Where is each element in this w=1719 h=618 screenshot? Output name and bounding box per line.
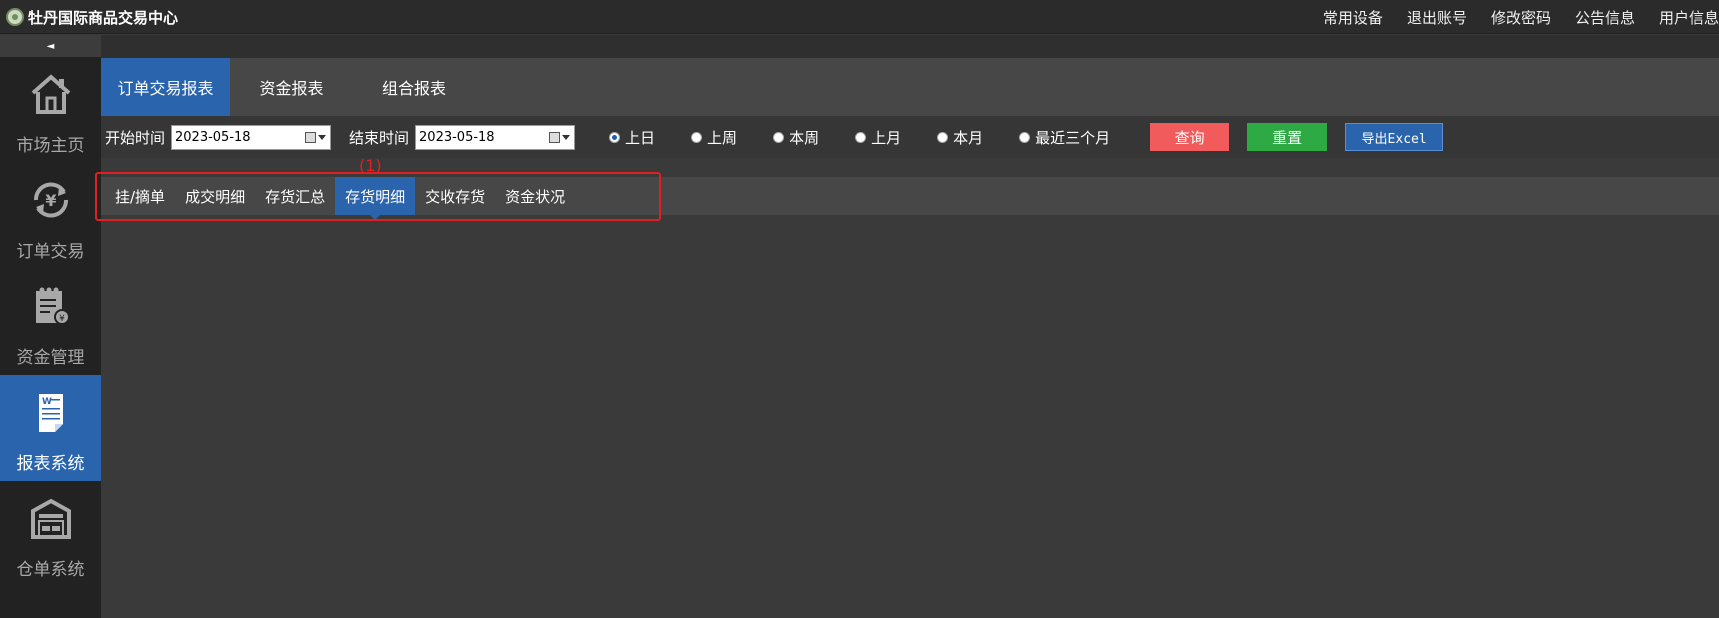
radio-label: 上月 — [871, 128, 902, 147]
sidebar-item-order-trading[interactable]: ¥ 订单交易 — [0, 163, 101, 269]
sidebar-item-label: 资金管理 — [16, 348, 85, 368]
sub-tab-inventory-details[interactable]: 存货明细 — [335, 177, 416, 220]
logo-emblem-icon — [6, 8, 24, 26]
query-button[interactable]: 查询 — [1150, 123, 1230, 151]
sidebar-item-label: 报表系统 — [16, 454, 85, 474]
radio-label: 本月 — [953, 128, 984, 147]
yuan-exchange-icon: ¥ — [27, 177, 75, 223]
report-tabs: 订单交易报表 资金报表 组合报表 — [101, 58, 1719, 116]
app-title: 牡丹国际商品交易中心 — [28, 8, 179, 27]
sidebar-item-funds-management[interactable]: ¥ 资金管理 — [0, 269, 101, 375]
end-date-input[interactable]: 2023-05-18 — [415, 124, 576, 150]
radio-checked-icon[interactable] — [609, 131, 621, 143]
radio-this-week[interactable]: 本周 — [773, 127, 819, 148]
sidebar-item-market-home[interactable]: 市场主页 — [0, 57, 101, 163]
sub-tab-transaction-details[interactable]: 成交明细 — [175, 177, 255, 215]
sidebar-item-label: 仓单系统 — [16, 560, 85, 580]
svg-text:¥: ¥ — [59, 314, 65, 324]
radio-icon[interactable] — [1019, 131, 1031, 143]
sub-tab-funds-status[interactable]: 资金状况 — [495, 177, 575, 215]
svg-text:¥: ¥ — [45, 191, 56, 210]
svg-text:W: W — [42, 397, 52, 407]
radio-last-month[interactable]: 上月 — [855, 127, 901, 148]
announcements-link[interactable]: 公告信息 — [1575, 7, 1635, 28]
sidebar-item-label: 市场主页 — [16, 136, 85, 156]
tab-combined-report[interactable]: 组合报表 — [353, 58, 475, 116]
change-password-link[interactable]: 修改密码 — [1491, 7, 1551, 28]
sidebar: ◄ 市场主页 ¥ 订单交易 ¥ 资金管理 W 报表系统 仓单系统 — [0, 35, 101, 618]
radio-label: 最近三个月 — [1035, 128, 1111, 147]
sub-tabs: 挂/摘单 成交明细 存货汇总 存货明细 交收存货 资金状况 — [105, 177, 575, 220]
start-date-input[interactable]: 2023-05-18 — [171, 124, 332, 150]
funds-notepad-icon: ¥ — [27, 283, 75, 329]
start-date-value: 2023-05-18 — [175, 129, 251, 145]
radio-icon[interactable] — [855, 131, 867, 143]
calendar-dropdown-icon[interactable] — [304, 131, 327, 145]
common-devices-link[interactable]: 常用设备 — [1323, 7, 1383, 28]
sidebar-item-report-system[interactable]: W 报表系统 — [0, 375, 101, 481]
export-excel-button[interactable]: 导出Excel — [1345, 123, 1444, 151]
sub-tab-inventory-summary[interactable]: 存货汇总 — [255, 177, 335, 215]
filter-bar: 开始时间 2023-05-18 结束时间 2023-05-18 上日 上周 本周… — [101, 116, 1719, 158]
start-time-label: 开始时间 — [105, 128, 166, 147]
radio-this-month[interactable]: 本月 — [937, 127, 983, 148]
end-time-label: 结束时间 — [349, 128, 410, 147]
sidebar-item-label: 订单交易 — [16, 242, 85, 262]
radio-label: 上周 — [707, 128, 738, 147]
end-date-value: 2023-05-18 — [419, 129, 495, 145]
date-range-options: 上日 上周 本周 上月 本月 最近三个月 — [609, 127, 1146, 148]
calendar-dropdown-icon[interactable] — [548, 131, 571, 145]
top-bar: 牡丹国际商品交易中心 常用设备 退出账号 修改密码 公告信息 用户信息 — [0, 0, 1719, 34]
radio-last-day[interactable]: 上日 — [609, 127, 655, 148]
radio-icon[interactable] — [773, 131, 785, 143]
radio-last-three-months[interactable]: 最近三个月 — [1019, 127, 1110, 148]
sidebar-collapse-button[interactable]: ◄ — [0, 35, 101, 57]
tab-order-trading-report[interactable]: 订单交易报表 — [101, 58, 230, 116]
report-document-icon: W — [27, 389, 75, 435]
tab-funds-report[interactable]: 资金报表 — [230, 58, 353, 116]
top-links: 常用设备 退出账号 修改密码 公告信息 用户信息 — [1299, 0, 1719, 34]
app-logo: 牡丹国际商品交易中心 — [6, 6, 178, 28]
annotation-label: (1) — [359, 156, 382, 175]
warehouse-icon — [27, 495, 75, 541]
radio-last-week[interactable]: 上周 — [691, 127, 737, 148]
sub-tab-delivery-inventory[interactable]: 交收存货 — [415, 177, 495, 215]
top-strip — [101, 35, 1719, 58]
sub-tabs-bar: 挂/摘单 成交明细 存货汇总 存货明细 交收存货 资金状况 — [101, 177, 1719, 220]
main-content: 订单交易报表 资金报表 组合报表 开始时间 2023-05-18 结束时间 20… — [95, 35, 1719, 618]
radio-icon[interactable] — [937, 131, 949, 143]
sub-tab-orders[interactable]: 挂/摘单 — [105, 177, 175, 215]
radio-label: 本周 — [789, 128, 820, 147]
reset-button[interactable]: 重置 — [1247, 123, 1328, 151]
home-icon — [27, 71, 75, 117]
radio-label: 上日 — [625, 128, 656, 147]
user-info-link[interactable]: 用户信息 — [1659, 7, 1719, 28]
sidebar-item-warehouse-system[interactable]: 仓单系统 — [0, 481, 101, 587]
logout-link[interactable]: 退出账号 — [1407, 7, 1467, 28]
radio-icon[interactable] — [691, 131, 703, 143]
